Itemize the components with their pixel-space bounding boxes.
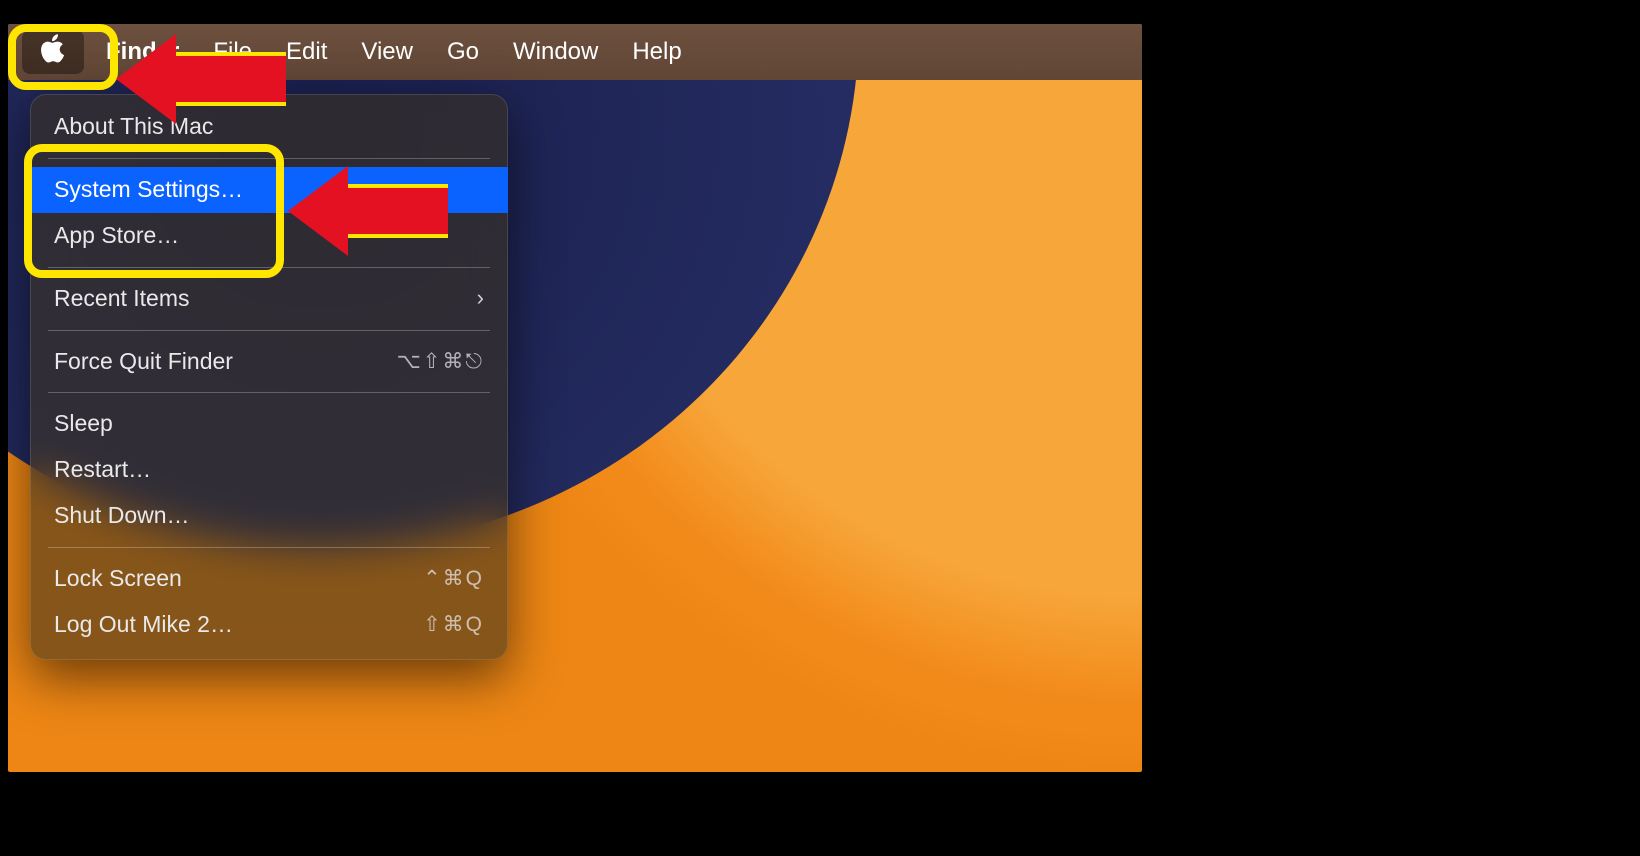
menu-separator [48, 267, 490, 268]
menu-item-label: System Settings… [54, 175, 243, 205]
menu-item-label: Shut Down… [54, 501, 190, 531]
menu-item-recent-items[interactable]: Recent Items › [30, 276, 508, 322]
menu-separator [48, 158, 490, 159]
menubar-item-window[interactable]: Window [499, 32, 612, 72]
apple-menu-button[interactable] [22, 30, 84, 74]
apple-menu-dropdown: About This Mac System Settings… App Stor… [30, 94, 508, 660]
menu-separator [48, 330, 490, 331]
menu-item-restart[interactable]: Restart… [30, 447, 508, 493]
screenshot-stage: Finder File Edit View Go Window Help Abo… [8, 24, 1142, 772]
menubar-item-help[interactable]: Help [618, 32, 695, 72]
menu-item-label: Lock Screen [54, 564, 182, 594]
menu-item-label: Force Quit Finder [54, 347, 233, 377]
menubar-item-go[interactable]: Go [433, 32, 493, 72]
menu-item-shut-down[interactable]: Shut Down… [30, 493, 508, 539]
menu-item-label: App Store… [54, 221, 179, 251]
keyboard-shortcut: ⌥⇧⌘⎋ [397, 348, 484, 375]
menu-bar: Finder File Edit View Go Window Help [8, 24, 1142, 80]
menubar-item-file[interactable]: File [199, 32, 266, 72]
chevron-right-icon: › [477, 284, 484, 313]
menu-item-about-this-mac[interactable]: About This Mac [30, 104, 508, 150]
apple-logo-icon [40, 34, 66, 71]
menubar-item-view[interactable]: View [347, 32, 427, 72]
menubar-app-name[interactable]: Finder [92, 32, 193, 72]
menu-item-label: Log Out Mike 2… [54, 610, 233, 640]
keyboard-shortcut: ⌃⌘Q [423, 565, 484, 592]
menubar-item-edit[interactable]: Edit [272, 32, 341, 72]
menu-item-label: About This Mac [54, 112, 213, 142]
menu-separator [48, 392, 490, 393]
menu-item-lock-screen[interactable]: Lock Screen ⌃⌘Q [30, 556, 508, 602]
menu-item-force-quit[interactable]: Force Quit Finder ⌥⇧⌘⎋ [30, 339, 508, 385]
menu-item-label: Sleep [54, 409, 113, 439]
menu-item-sleep[interactable]: Sleep [30, 401, 508, 447]
menu-separator [48, 547, 490, 548]
menu-item-app-store[interactable]: App Store… [30, 213, 508, 259]
menu-item-label: Recent Items [54, 284, 190, 314]
menu-item-label: Restart… [54, 455, 151, 485]
menu-item-log-out[interactable]: Log Out Mike 2… ⇧⌘Q [30, 602, 508, 648]
keyboard-shortcut: ⇧⌘Q [423, 611, 484, 638]
menu-item-system-settings[interactable]: System Settings… [30, 167, 508, 213]
